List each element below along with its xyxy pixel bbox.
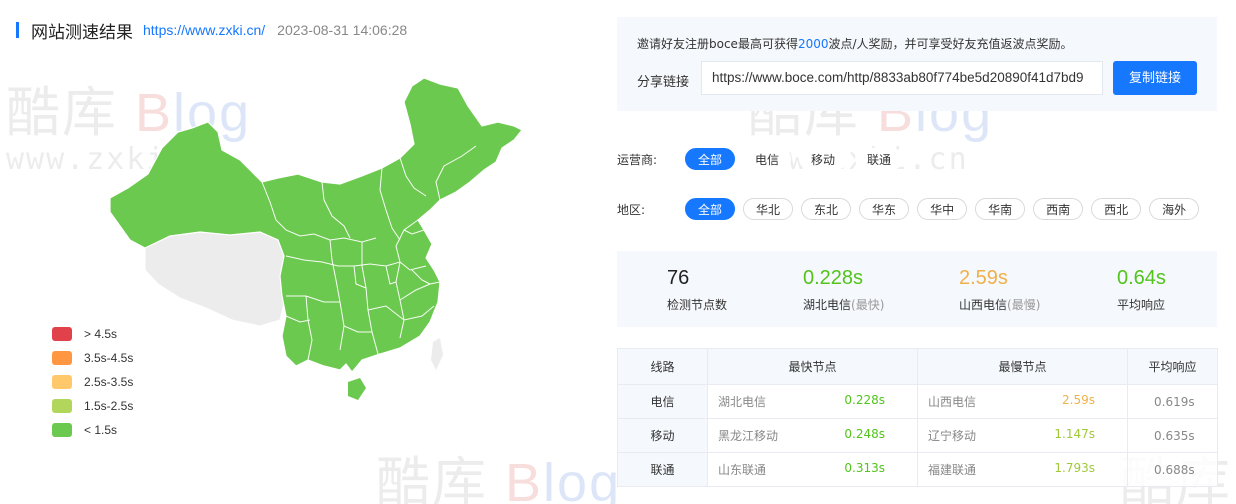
copy-link-button[interactable]: 复制链接 [1113, 61, 1197, 95]
legend-item: > 4.5s [52, 322, 133, 346]
average-cell: 0.635s [1127, 418, 1218, 453]
node-time: 2.59s [1062, 393, 1095, 407]
stat-value: 0.228s [803, 267, 864, 289]
share-link-field[interactable]: https://www.boce.com/http/8833ab80f774be… [701, 61, 1103, 95]
stat-label: 湖北电信(最快) [803, 298, 885, 312]
map-region-fast [348, 378, 366, 400]
fastest-node-cell: 山东联通 0.313s [707, 452, 918, 487]
legend-item: 3.5s-4.5s [52, 346, 133, 370]
region-filter-chip-1[interactable]: 华北 [743, 198, 794, 220]
stat-node-count: 76 检测节点数 [667, 267, 727, 313]
stat-label: 平均响应 [1117, 298, 1166, 312]
column-header: 平均响应 [1127, 348, 1218, 385]
line-cell: 联通 [617, 452, 708, 487]
region-filter-chip-8[interactable]: 海外 [1149, 198, 1200, 220]
column-header: 线路 [617, 348, 708, 385]
legend-swatch [52, 423, 72, 437]
region-filter-label: 地区: [617, 202, 646, 217]
column-header: 最快节点 [707, 348, 918, 385]
table-row: 电信 湖北电信 0.228s 山西电信 2.59s 0.619s [617, 384, 1218, 419]
slowest-node-cell: 山西电信 2.59s [917, 384, 1128, 419]
legend-label: > 4.5s [84, 327, 118, 341]
region-filter-chip-0[interactable]: 全部 [685, 198, 736, 220]
region-filter-chip-3[interactable]: 华东 [859, 198, 910, 220]
legend-label: 3.5s-4.5s [84, 351, 134, 365]
stat-fastest: 0.228s 湖北电信(最快) [803, 267, 884, 313]
map-region-nodata [144, 231, 287, 327]
table-row: 联通 山东联通 0.313s 福建联通 1.793s 0.688s [617, 452, 1218, 487]
average-cell: 0.619s [1127, 384, 1218, 419]
stat-label: 检测节点数 [667, 298, 728, 312]
node-time: 1.793s [1054, 461, 1095, 475]
node-time: 0.313s [844, 461, 885, 475]
stat-label: 山西电信(最慢) [959, 298, 1041, 312]
summary-stats: 76 检测节点数 0.228s 湖北电信(最快) 2.59s 山西电信(最慢) … [617, 251, 1217, 327]
page-header: 网站测速结果 https://www.zxki.cn/ 2023-08-31 1… [16, 20, 408, 43]
legend-swatch [52, 351, 72, 365]
node-name: 黑龙江移动 [718, 429, 779, 443]
legend-swatch [52, 399, 72, 413]
legend-item: 1.5s-2.5s [52, 394, 133, 418]
share-link-label: 分享链接 [637, 75, 690, 90]
page-title: 网站测速结果 [31, 22, 133, 43]
legend-item: < 1.5s [52, 418, 133, 442]
map-region-fast [109, 77, 523, 373]
test-timestamp: 2023-08-31 14:06:28 [277, 22, 408, 38]
isp-filter: 运营商: 全部 电信 移动 联通 [617, 148, 911, 170]
table-row: 移动 黑龙江移动 0.248s 辽宁移动 1.147s 0.635s [617, 418, 1218, 453]
line-cell: 电信 [617, 384, 708, 419]
legend-label: 2.5s-3.5s [84, 375, 134, 389]
node-time: 0.228s [844, 393, 885, 407]
invite-text: 邀请好友注册boce最高可获得2000波点/人奖励，并可享受好友充值返波点奖励。 [637, 37, 1073, 51]
line-cell: 移动 [617, 418, 708, 453]
region-filter-chip-7[interactable]: 西北 [1091, 198, 1142, 220]
node-name: 辽宁移动 [928, 429, 977, 443]
tested-url-link[interactable]: https://www.zxki.cn/ [143, 22, 265, 38]
node-time: 0.248s [844, 427, 885, 441]
stat-value: 2.59s [959, 267, 1008, 289]
fastest-node-cell: 黑龙江移动 0.248s [707, 418, 918, 453]
fastest-node-cell: 湖北电信 0.228s [707, 384, 918, 419]
isp-filter-chip-1[interactable]: 电信 [743, 148, 792, 170]
map-region-nodata [431, 338, 443, 370]
average-cell: 0.688s [1127, 452, 1218, 487]
node-time: 1.147s [1054, 427, 1095, 441]
isp-filter-chip-3[interactable]: 联通 [855, 148, 904, 170]
invite-reward-amount: 2000 [797, 37, 829, 51]
table-header-row: 线路 最快节点 最慢节点 平均响应 [617, 348, 1218, 385]
line-results-table: 线路 最快节点 最慢节点 平均响应 电信 湖北电信 0.228s 山西电信 2.59s 0… [617, 348, 1218, 487]
node-name: 山东联通 [718, 463, 767, 477]
stat-value: 0.64s [1117, 267, 1166, 289]
slowest-node-cell: 辽宁移动 1.147s [917, 418, 1128, 453]
watermark-logo: 酷库 Blog [376, 453, 622, 504]
legend-label: 1.5s-2.5s [84, 399, 134, 413]
slowest-node-cell: 福建联通 1.793s [917, 452, 1128, 487]
speed-legend: > 4.5s 3.5s-4.5s 2.5s-3.5s 1.5s-2.5s < 1.5s [52, 322, 133, 442]
stat-average: 0.64s 平均响应 [1117, 267, 1166, 313]
china-speed-map [109, 77, 523, 400]
isp-filter-label: 运营商: [617, 152, 658, 167]
node-name: 湖北电信 [718, 395, 767, 409]
region-filter: 地区: 全部 华北 东北 华东 华中 华南 西南 西北 海外 [617, 198, 1207, 220]
stat-slowest: 2.59s 山西电信(最慢) [959, 267, 1040, 313]
title-accent-bar [16, 22, 19, 38]
legend-label: < 1.5s [84, 423, 118, 437]
legend-swatch [52, 327, 72, 341]
node-name: 福建联通 [928, 463, 977, 477]
share-panel: 邀请好友注册boce最高可获得2000波点/人奖励，并可享受好友充值返波点奖励。… [617, 17, 1217, 111]
region-filter-chip-6[interactable]: 西南 [1033, 198, 1084, 220]
isp-filter-chip-2[interactable]: 移动 [799, 148, 848, 170]
isp-filter-chip-0[interactable]: 全部 [685, 148, 736, 170]
stat-value: 76 [667, 267, 690, 289]
region-filter-chip-2[interactable]: 东北 [801, 198, 852, 220]
column-header: 最慢节点 [917, 348, 1128, 385]
legend-swatch [52, 375, 72, 389]
legend-item: 2.5s-3.5s [52, 370, 133, 394]
region-filter-chip-5[interactable]: 华南 [975, 198, 1026, 220]
node-name: 山西电信 [928, 395, 977, 409]
region-filter-chip-4[interactable]: 华中 [917, 198, 968, 220]
